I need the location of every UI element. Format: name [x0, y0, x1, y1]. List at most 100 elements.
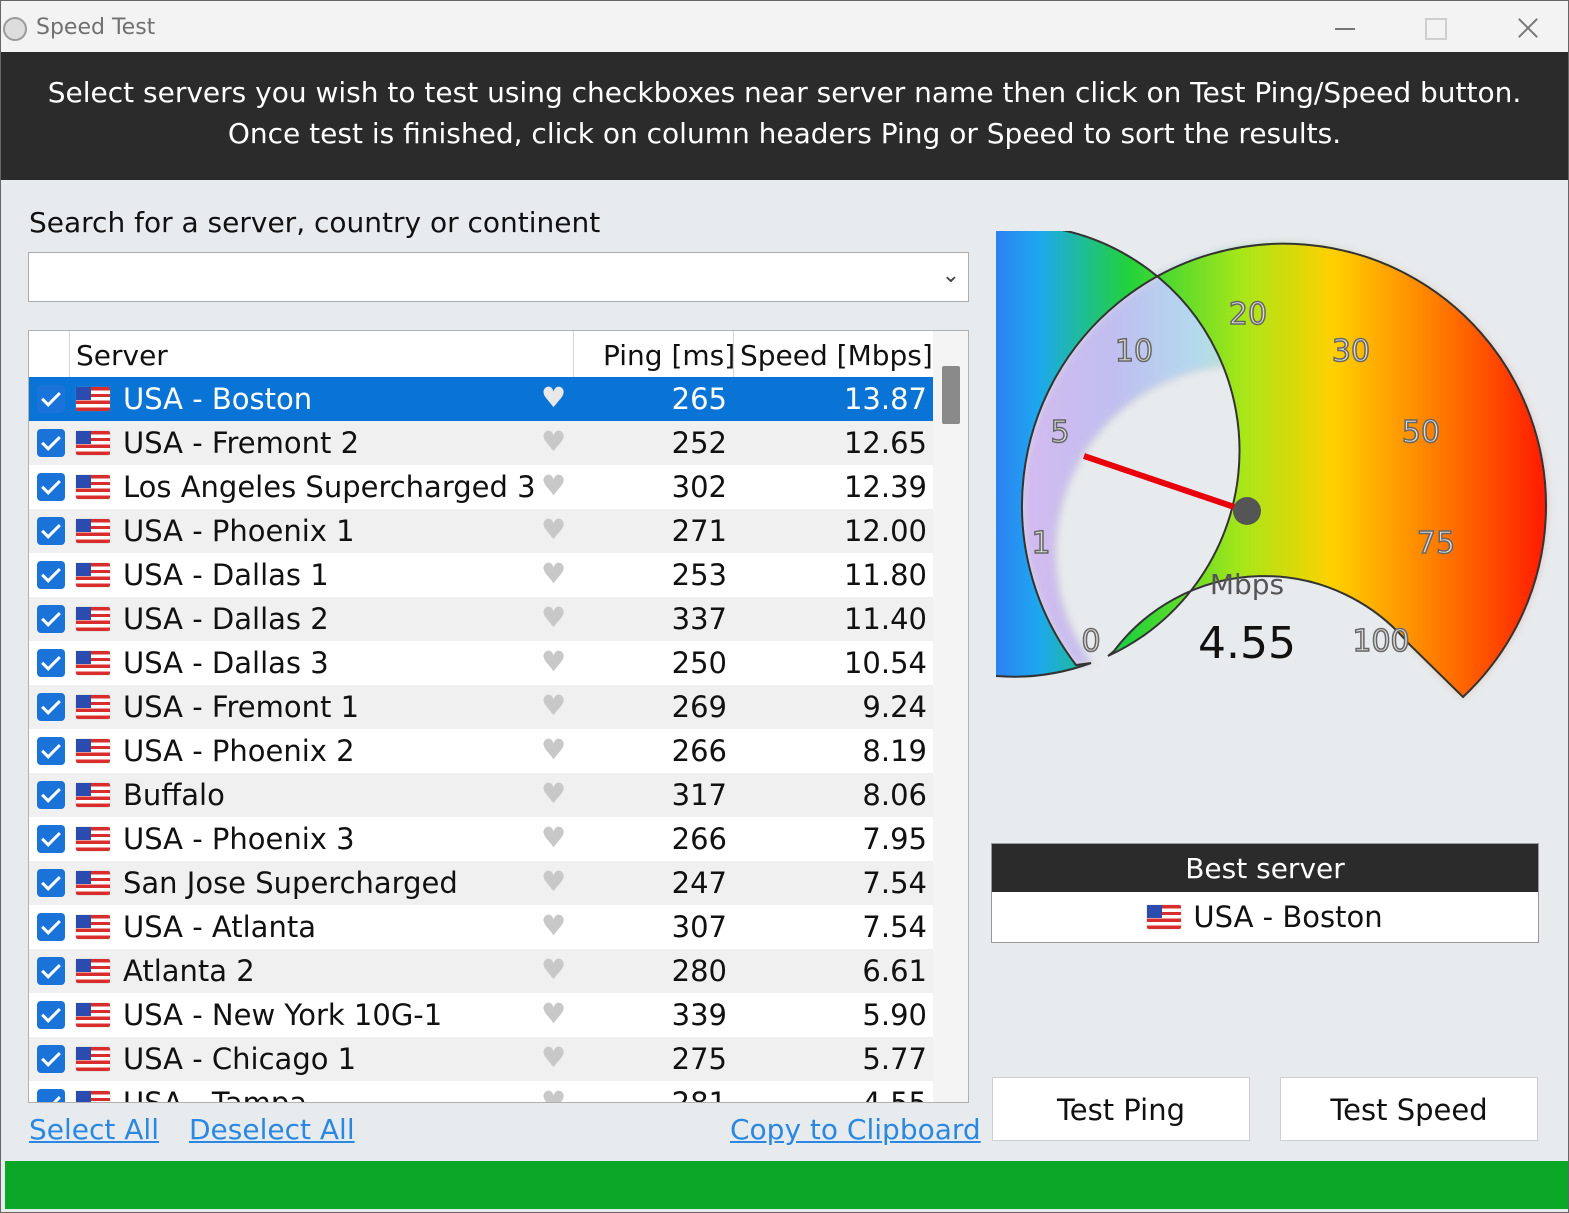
heart-icon[interactable]: ♥: [541, 909, 566, 942]
row-checkbox[interactable]: [37, 649, 65, 677]
chevron-down-icon[interactable]: ⌄: [942, 263, 960, 288]
us-flag-icon: [76, 431, 110, 455]
table-row[interactable]: USA - Boston ♥ 265 13.87: [29, 377, 933, 421]
row-checkbox[interactable]: [37, 693, 65, 721]
heart-icon[interactable]: ♥: [541, 557, 566, 590]
us-flag-icon: [76, 783, 110, 807]
column-header-ping[interactable]: Ping [ms]: [603, 339, 735, 372]
speed-value: 11.80: [843, 558, 927, 592]
gauge-tick-label: 5: [1050, 415, 1069, 450]
heart-icon[interactable]: ♥: [541, 645, 566, 678]
deselect-all-link[interactable]: Deselect All: [189, 1113, 355, 1146]
heart-icon[interactable]: ♥: [541, 1041, 566, 1074]
search-combobox[interactable]: ⌄: [28, 252, 969, 302]
best-server-panel: Best server USA - Boston: [991, 843, 1539, 943]
us-flag-icon: [76, 827, 110, 851]
row-checkbox[interactable]: [37, 825, 65, 853]
row-checkbox[interactable]: [37, 605, 65, 633]
row-checkbox[interactable]: [37, 957, 65, 985]
table-row[interactable]: USA - Phoenix 3 ♥ 266 7.95: [29, 817, 933, 861]
speed-value: 7.54: [862, 910, 927, 944]
row-checkbox[interactable]: [37, 869, 65, 897]
row-checkbox[interactable]: [37, 517, 65, 545]
app-icon: [3, 17, 27, 41]
scrollbar-thumb[interactable]: [942, 366, 960, 424]
speed-value: 7.95: [862, 822, 927, 856]
table-header: Server Ping [ms] Speed [Mbps]: [29, 331, 933, 377]
gauge-tick-label: 100: [1352, 624, 1409, 659]
row-checkbox[interactable]: [37, 561, 65, 589]
us-flag-icon: [76, 1003, 110, 1027]
us-flag-icon: [76, 871, 110, 895]
row-checkbox[interactable]: [37, 429, 65, 457]
heart-icon[interactable]: ♥: [541, 777, 566, 810]
instructions-line-2: Once test is finished, click on column h…: [227, 117, 1342, 150]
test-ping-button[interactable]: Test Ping: [992, 1077, 1250, 1141]
gauge-tick-label: 10: [1115, 334, 1153, 369]
heart-icon[interactable]: ♥: [541, 997, 566, 1030]
window-title: Speed Test: [36, 15, 156, 40]
heart-icon[interactable]: ♥: [541, 733, 566, 766]
table-row[interactable]: USA - Phoenix 1 ♥ 271 12.00: [29, 509, 933, 553]
heart-icon[interactable]: ♥: [541, 821, 566, 854]
speed-value: 5.90: [862, 998, 927, 1032]
table-row[interactable]: USA - Fremont 1 ♥ 269 9.24: [29, 685, 933, 729]
table-row[interactable]: USA - Dallas 3 ♥ 250 10.54: [29, 641, 933, 685]
row-checkbox[interactable]: [37, 781, 65, 809]
speed-value: 10.54: [843, 646, 927, 680]
row-checkbox[interactable]: [37, 913, 65, 941]
heart-icon[interactable]: ♥: [541, 865, 566, 898]
minimize-button[interactable]: [1299, 1, 1389, 52]
best-server-title: Best server: [992, 844, 1538, 892]
table-row[interactable]: Atlanta 2 ♥ 280 6.61: [29, 949, 933, 993]
heart-icon[interactable]: ♥: [541, 425, 566, 458]
table-row[interactable]: USA - Dallas 2 ♥ 337 11.40: [29, 597, 933, 641]
heart-icon[interactable]: ♥: [541, 601, 566, 634]
us-flag-icon: [76, 915, 110, 939]
row-checkbox[interactable]: [37, 385, 65, 413]
table-row[interactable]: USA - Dallas 1 ♥ 253 11.80: [29, 553, 933, 597]
column-header-speed[interactable]: Speed [Mbps]: [740, 339, 933, 372]
table-row[interactable]: USA - Atlanta ♥ 307 7.54: [29, 905, 933, 949]
row-checkbox[interactable]: [37, 737, 65, 765]
table-row[interactable]: USA - Tampa ♥ 281 4.55: [29, 1081, 933, 1102]
heart-icon[interactable]: ♥: [541, 1085, 566, 1102]
copy-to-clipboard-link[interactable]: Copy to Clipboard: [730, 1113, 981, 1146]
vertical-scrollbar[interactable]: [933, 331, 968, 1102]
column-header-server[interactable]: Server: [76, 339, 168, 372]
server-table: Server Ping [ms] Speed [Mbps] USA - Bost…: [28, 330, 969, 1103]
ping-value: 266: [671, 822, 727, 856]
maximize-button[interactable]: [1391, 1, 1481, 52]
ping-value: 247: [671, 866, 727, 900]
instructions-line-1: Select servers you wish to test using ch…: [47, 76, 1522, 109]
table-row[interactable]: Buffalo ♥ 317 8.06: [29, 773, 933, 817]
heart-icon[interactable]: ♥: [541, 469, 566, 502]
row-checkbox[interactable]: [37, 1001, 65, 1029]
heart-icon[interactable]: ♥: [541, 381, 566, 414]
select-all-link[interactable]: Select All: [29, 1113, 159, 1146]
row-checkbox[interactable]: [37, 473, 65, 501]
table-row[interactable]: USA - Fremont 2 ♥ 252 12.65: [29, 421, 933, 465]
us-flag-icon: [76, 739, 110, 763]
table-row[interactable]: USA - Chicago 1 ♥ 275 5.77: [29, 1037, 933, 1081]
heart-icon[interactable]: ♥: [541, 513, 566, 546]
speed-value: 5.77: [862, 1042, 927, 1076]
speed-value: 8.06: [862, 778, 927, 812]
ping-value: 266: [671, 734, 727, 768]
table-row[interactable]: Los Angeles Supercharged 3 ♥ 302 12.39: [29, 465, 933, 509]
table-row[interactable]: San Jose Supercharged ♥ 247 7.54: [29, 861, 933, 905]
ping-value: 271: [671, 514, 727, 548]
table-row[interactable]: USA - Phoenix 2 ♥ 266 8.19: [29, 729, 933, 773]
table-row[interactable]: USA - New York 10G-1 ♥ 339 5.90: [29, 993, 933, 1037]
search-input[interactable]: [29, 253, 929, 299]
row-checkbox[interactable]: [37, 1089, 65, 1102]
speed-value: 7.54: [862, 866, 927, 900]
test-speed-button[interactable]: Test Speed: [1280, 1077, 1538, 1141]
close-button[interactable]: [1479, 1, 1569, 52]
us-flag-icon: [76, 387, 110, 411]
heart-icon[interactable]: ♥: [541, 689, 566, 722]
gauge-tick-label: 75: [1417, 526, 1455, 561]
heart-icon[interactable]: ♥: [541, 953, 566, 986]
us-flag-icon: [76, 695, 110, 719]
row-checkbox[interactable]: [37, 1045, 65, 1073]
